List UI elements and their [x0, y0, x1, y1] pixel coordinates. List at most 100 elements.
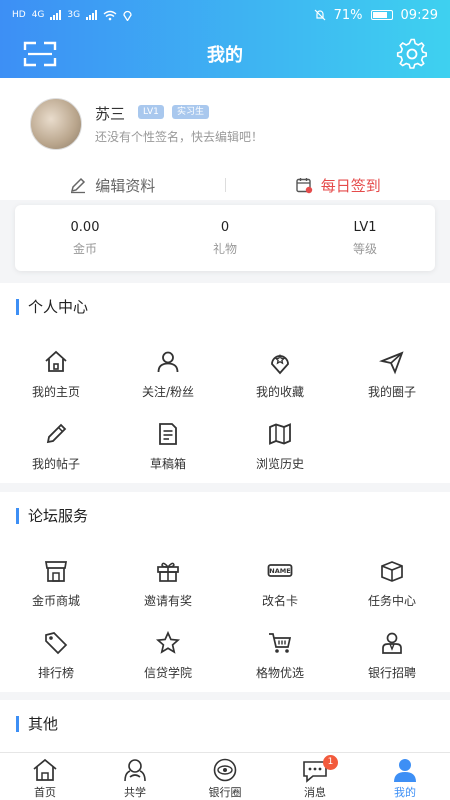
menu-item-rename-card[interactable]: NAME 改名卡: [224, 558, 336, 618]
favorite-icon: [271, 353, 289, 375]
menu-item-label: 银行招聘: [367, 666, 416, 680]
role-badge: 实习生: [172, 105, 210, 119]
menu-item-invite[interactable]: 邀请有奖: [112, 558, 224, 618]
mute-icon: [314, 9, 326, 21]
home-icon: [45, 350, 67, 372]
section-title: 论坛服务: [16, 508, 88, 524]
circle-tab-icon: [213, 758, 237, 782]
study-tab-icon: [124, 759, 146, 782]
menu-item-label: 邀请有奖: [143, 594, 192, 608]
tab-label: 银行圈: [208, 786, 242, 799]
avatar[interactable]: [30, 98, 82, 150]
tab-messages[interactable]: 1 消息: [270, 753, 360, 800]
signal-label-2: 3G: [67, 10, 81, 20]
menu-item-follow[interactable]: 关注/粉丝: [112, 349, 224, 409]
daily-checkin-label: 每日签到: [320, 176, 381, 195]
menu-item-label: 改名卡: [261, 594, 298, 608]
tab-me[interactable]: 我的: [360, 753, 450, 800]
battery-icon: [370, 10, 393, 20]
section-title: 其他: [16, 716, 58, 732]
unread-badge: 1: [323, 755, 338, 770]
menu-item-label: 关注/粉丝: [141, 385, 195, 399]
menu-item-label: 浏览历史: [255, 457, 304, 471]
gear-icon[interactable]: [396, 38, 428, 70]
menu-item-posts[interactable]: 我的帖子: [0, 421, 112, 481]
stat-value: LV1: [353, 219, 377, 235]
paper-plane-icon: [379, 351, 404, 375]
bottom-tab-bar: 首页 共学 银行圈 1 消息 我的: [0, 752, 450, 800]
cart-icon: [269, 633, 292, 653]
user-name: 苏三: [95, 105, 126, 123]
menu-item-leaderboard[interactable]: 排行榜: [0, 630, 112, 690]
scan-icon[interactable]: [22, 40, 58, 68]
stat-value: 0.00: [70, 219, 100, 235]
menu-item-favorites[interactable]: 我的收藏: [224, 349, 336, 409]
gift-icon: [157, 562, 179, 582]
menu-item-history[interactable]: 浏览历史: [224, 421, 336, 481]
stat-level[interactable]: LV1 等级: [295, 220, 435, 257]
location-icon: [123, 10, 132, 21]
menu-item-label: 任务中心: [367, 594, 416, 608]
menu-item-task-center[interactable]: 任务中心: [336, 558, 448, 618]
tab-home[interactable]: 首页: [0, 753, 90, 800]
stat-label: 等级: [352, 241, 377, 256]
menu-item-label: 信贷学院: [143, 666, 192, 680]
tag-icon: [45, 632, 68, 655]
draft-icon: [159, 423, 177, 445]
name-card-text: NAME: [269, 567, 290, 575]
signal-label-1: 4G: [31, 10, 45, 20]
menu-item-circles[interactable]: 我的圈子: [336, 349, 448, 409]
tab-bank-circle[interactable]: 银行圈: [180, 753, 270, 800]
network-indicator: HD: [12, 10, 26, 20]
user-bio: 还没有个性签名，快去编辑吧！: [95, 130, 264, 144]
map-icon: [269, 423, 291, 445]
person-icon: [157, 351, 179, 373]
wifi-icon: [103, 10, 117, 20]
calendar-icon: [296, 178, 312, 194]
tab-label: 共学: [124, 786, 146, 799]
tab-label: 首页: [34, 786, 56, 799]
header: 我的: [0, 30, 450, 78]
name-card-icon: NAME: [267, 564, 293, 577]
daily-checkin-button[interactable]: 每日签到: [226, 175, 450, 196]
forum-services-section: 论坛服务 金币商城 邀请有奖 NAME 改名卡 任务中心 排行榜 信贷学院 格物…: [0, 492, 450, 692]
menu-item-label: 金币商城: [31, 594, 80, 608]
section-title: 个人中心: [16, 299, 88, 315]
tab-label: 我的: [394, 786, 416, 799]
menu-item-label: 草稿箱: [149, 457, 186, 471]
page-title: 我的: [207, 45, 243, 66]
tab-label: 消息: [304, 786, 326, 799]
recruit-icon: [382, 632, 402, 654]
edit-profile-button[interactable]: 编辑资料: [0, 175, 225, 196]
battery-percent: 71%: [333, 7, 363, 23]
menu-item-label: 我的收藏: [255, 385, 304, 399]
stat-gifts[interactable]: 0 礼物: [155, 220, 295, 257]
pencil-edit-icon: [71, 177, 86, 194]
signal-icon-2: [86, 10, 98, 20]
pencil-icon: [46, 423, 67, 444]
menu-item-label: 我的帖子: [31, 457, 80, 471]
menu-item-coin-shop[interactable]: 金币商城: [0, 558, 112, 618]
star-icon: [155, 630, 181, 654]
tab-study[interactable]: 共学: [90, 753, 180, 800]
menu-item-credit-academy[interactable]: 信贷学院: [112, 630, 224, 690]
menu-item-drafts[interactable]: 草稿箱: [112, 421, 224, 481]
stat-value: 0: [220, 219, 230, 235]
menu-item-home[interactable]: 我的主页: [0, 349, 112, 409]
signal-icon: [50, 10, 62, 20]
stats-card: 0.00 金币 0 礼物 LV1 等级: [15, 205, 435, 271]
menu-item-label: 排行榜: [37, 666, 74, 680]
clock: 09:29: [400, 7, 438, 23]
menu-item-bank-recruit[interactable]: 银行招聘: [336, 630, 448, 690]
menu-item-label: 格物优选: [255, 666, 304, 680]
me-tab-icon: [394, 759, 416, 782]
stat-coins[interactable]: 0.00 金币: [15, 220, 155, 257]
menu-item-label: 我的主页: [31, 385, 80, 399]
home-tab-icon: [33, 758, 57, 781]
menu-item-gewu-select[interactable]: 格物优选: [224, 630, 336, 690]
edit-profile-label: 编辑资料: [95, 176, 156, 195]
other-section: 其他: [0, 700, 450, 752]
stat-label: 礼物: [212, 241, 237, 256]
menu-item-label: 我的圈子: [367, 385, 416, 399]
profile-card: 苏三 LV1 实习生 还没有个性签名，快去编辑吧！ 编辑资料 每日签到: [0, 78, 450, 200]
